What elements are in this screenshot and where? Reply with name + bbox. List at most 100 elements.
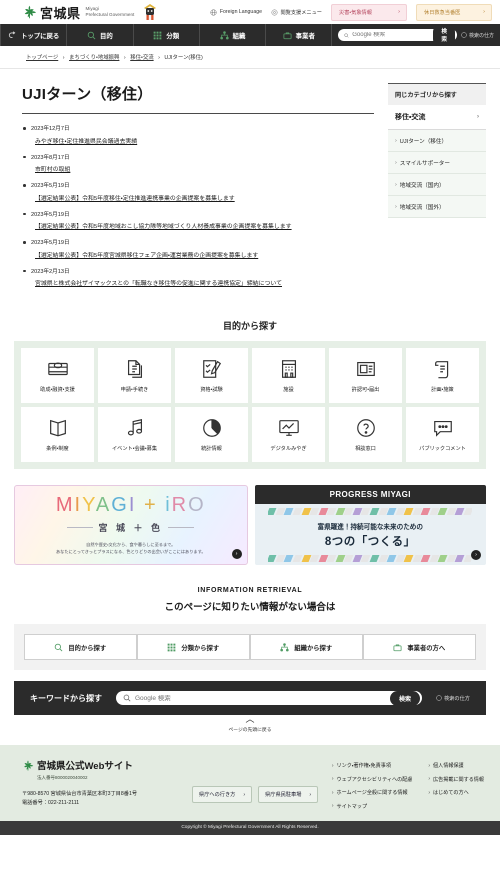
info-circle-icon [436, 695, 442, 701]
footer-link-sitemap[interactable]: › サイトマップ [332, 803, 413, 810]
grid-icon [153, 31, 162, 39]
iro-tagline-line2: あなたにとってきっとプラスになる、色とりどりの出会いがここにはあります。 [55, 549, 206, 554]
sidebar-item-overseas-exchange[interactable]: › 地域交流（国外） [388, 196, 486, 218]
info-button-organization[interactable]: 組織から探す [249, 634, 363, 660]
magnifier-icon [87, 31, 96, 39]
purpose-cell-application[interactable]: 申請・手続き [98, 348, 171, 403]
footer-link-privacy[interactable]: › 個人情報保護 [428, 762, 484, 770]
news-link[interactable]: みやぎ移住・定住推進県民会議過去実績 [35, 136, 374, 145]
site-logo[interactable]: 宮城県 Miyagi Prefectural Government [22, 3, 134, 22]
news-link[interactable]: 宮城県と株式会社ザイマックスとの「転職なき移住等の促進に関する連携協定」締結につ… [35, 278, 374, 287]
footer-link-first-time[interactable]: › はじめての方へ [428, 789, 484, 797]
iro-subtitle-row: 宮 城 ＋ 色 [67, 521, 194, 534]
info-button-purpose[interactable]: 目的から探す [23, 634, 137, 660]
purpose-cell-statistics[interactable]: 統計情報 [175, 407, 248, 462]
purpose-label: 助成・融資・支援 [40, 386, 75, 393]
sidebar-item-domestic-exchange[interactable]: › 地域交流（国内） [388, 174, 486, 196]
keyword-search-button[interactable]: 検索 [390, 690, 421, 706]
sidebar-item-smile-supporter[interactable]: › スマイルサポーター [388, 152, 486, 174]
footer-parking-button[interactable]: 県庁県民駐車場 › [258, 786, 319, 803]
purpose-label: 計画・施策 [431, 386, 454, 393]
footer-link-site-info[interactable]: › ホームページ全般に関する情報 [332, 789, 413, 797]
iro-letter: G [111, 493, 129, 516]
purpose-cell-plan[interactable]: 計画・施策 [406, 348, 479, 403]
foreign-language-link[interactable]: Foreign Language [210, 8, 262, 16]
news-link[interactable]: 【選定結果公表】令和5年度移住・定住推進連携事業の企画提案を募集します [35, 193, 374, 202]
purpose-label: 申請・手続き [120, 386, 149, 393]
gear-icon [271, 9, 278, 15]
banner-progress-miyagi[interactable]: PROGRESS MIYAGI 富県躍進！持続可能な未来のための 8つの「つくる… [254, 485, 486, 565]
sidebar-category[interactable]: 移住・交流 › [388, 105, 486, 130]
purpose-label: デジタルみやぎ [270, 445, 307, 452]
footer-directions-button[interactable]: 県庁への行き方 › [192, 786, 253, 803]
gnav-search-area: 検索 検索の仕方 [332, 24, 500, 46]
accessibility-menu-link[interactable]: 閲覧支援メニュー [271, 9, 322, 16]
sidebar-item-label: 地域交流（国内） [399, 182, 445, 189]
footer-link-label: サイトマップ [336, 803, 368, 810]
banner-miyagi-iro[interactable]: MIYAGI + iRO 宮 城 ＋ 色 自然や歴史・文化から、食や暮らしに至る… [14, 485, 248, 565]
footer-link-accessibility[interactable]: › ウェブアクセシビリティへの配慮 [332, 776, 413, 783]
logo-text-en: Miyagi Prefectural Government [86, 6, 135, 18]
disaster-info-button[interactable]: 災害・気象情報 › [331, 3, 407, 21]
purpose-cell-qualification[interactable]: 資格・試験 [175, 348, 248, 403]
news-link[interactable]: 【選定結果公表】令和5年度宮城県移住フェア企画・運営業務の企画提案を募集します [35, 250, 374, 259]
header-utility-links: Foreign Language 閲覧支援メニュー 災害・気象情報 › 休日救急… [210, 3, 492, 21]
org-tree-icon [219, 30, 229, 39]
info-button-label: 事業者の方へ [407, 644, 446, 652]
breadcrumb-item-2[interactable]: 移住・交流 [130, 55, 153, 61]
footer-link-advertising[interactable]: › 広告掲載に関する情報 [428, 776, 484, 783]
purpose-cell-public-comment[interactable]: パブリックコメント [406, 407, 479, 462]
gnav-search-help-link[interactable]: 検索の仕方 [461, 32, 494, 39]
purpose-cell-event[interactable]: イベント・会議・募集 [98, 407, 171, 462]
footer-link-copyright-policy[interactable]: › リンク・著作権・免責事項 [332, 762, 413, 770]
purpose-label: 相談窓口 [355, 445, 376, 452]
gnav-item-business[interactable]: 事業者 [266, 24, 333, 46]
keyword-search-help-label: 検索の仕方 [444, 695, 470, 702]
purpose-cell-ordinance[interactable]: 条例・制度 [21, 407, 94, 462]
keyword-search-input[interactable] [135, 694, 387, 702]
sidebar-item-ujiturn[interactable]: › UJIターン（移住） [388, 130, 486, 152]
list-item: 2023年2月13日 宮城県と株式会社ザイマックスとの「転職なき移住等の促進に関… [22, 267, 374, 287]
news-date: 2023年8月17日 [31, 154, 70, 161]
footer-link-label: ウェブアクセシビリティへの配慮 [336, 776, 413, 783]
purpose-cell-subsidy[interactable]: 助成・融資・支援 [21, 348, 94, 403]
holiday-emergency-doctor-button[interactable]: 休日救急当番医 › [416, 3, 492, 21]
briefcase-icon [283, 32, 292, 39]
keyword-search-capsule[interactable]: 検索 [116, 690, 423, 706]
page-title: UJIターン（移住） [22, 83, 374, 114]
keyword-search-help-link[interactable]: 検索の仕方 [436, 695, 470, 702]
keyword-search-label: キーワードから探す [30, 693, 102, 703]
gnav-search-capsule[interactable]: 検索 [338, 24, 458, 46]
gnav-item-organization[interactable]: 組織 [200, 24, 267, 46]
gnav-search-button[interactable]: 検索 [433, 24, 456, 46]
gnav-search-input[interactable] [352, 32, 431, 38]
documents-icon [127, 360, 142, 378]
info-button-business[interactable]: 事業者の方へ [362, 634, 476, 660]
gnav-label: 事業者 [295, 32, 315, 40]
news-link[interactable]: 【選定結果公表】令和5年度地域おこし協力隊等地域づくり人材養成事業の企画提案を募… [35, 221, 374, 230]
gnav-item-purpose[interactable]: 目的 [67, 24, 134, 46]
purpose-label: 条例・制度 [46, 445, 69, 452]
logo-en-line2: Prefectural Government [85, 12, 135, 17]
back-to-top-button[interactable]: ︿ ページの先頭に戻る [0, 715, 500, 734]
footer-link-label: 個人情報保護 [433, 763, 464, 769]
purpose-cell-facility[interactable]: 施設 [252, 348, 325, 403]
footer-link-column-1: › リンク・著作権・免責事項 › ウェブアクセシビリティへの配慮 › ホームペー… [332, 762, 413, 810]
progress-banner-heading: PROGRESS MIYAGI [254, 485, 486, 504]
info-button-category[interactable]: 分類から探す [136, 634, 250, 660]
purpose-cell-permit[interactable]: 許認可・届出 [329, 348, 402, 403]
purpose-label: 施設 [283, 386, 294, 393]
purpose-label: 統計情報 [201, 445, 222, 452]
purpose-cell-consultation[interactable]: 相談窓口 [329, 407, 402, 462]
information-retrieval-section: INFORMATION RETRIEVAL このページに知りたい情報がない場合は… [14, 587, 486, 670]
gnav-item-top[interactable]: トップに戻る [0, 24, 68, 46]
info-button-label: 組織から探す [294, 644, 333, 652]
purpose-cell-digital[interactable]: デジタルみやぎ [252, 407, 325, 462]
footer-pill-label: 県庁への行き方 [199, 792, 236, 798]
gnav-item-category[interactable]: 分類 [134, 24, 200, 46]
news-link[interactable]: 市町村の取組 [35, 164, 374, 173]
breadcrumb-item-1[interactable]: まちづくり・地域振興 [69, 55, 119, 61]
breadcrumb-item-0[interactable]: トップページ [26, 55, 58, 61]
news-date: 2023年2月13日 [31, 268, 70, 275]
breadcrumb-item-3: UJIターン(移住) [164, 55, 203, 61]
